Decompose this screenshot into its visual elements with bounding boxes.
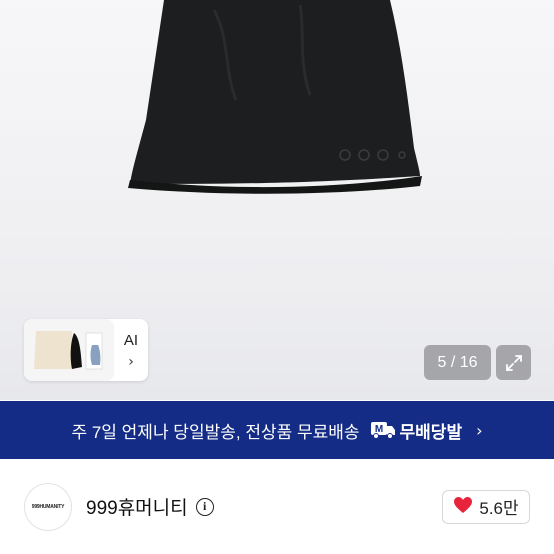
color-options-thumbnail: [24, 319, 114, 381]
svg-text:M: M: [374, 424, 382, 435]
badge-text: 무배당발: [399, 422, 463, 442]
expand-icon[interactable]: [496, 345, 531, 380]
image-counter: 5 / 16: [424, 345, 491, 380]
chevron-right-icon: ›: [128, 353, 134, 370]
free-shipping-banner[interactable]: 주 7일 언제나 당일발송, 전상품 무료배송 M 무배당발 ›: [0, 401, 554, 459]
delivery-truck-icon: M: [370, 420, 396, 440]
shop-logo-text: 999HUMANITY: [31, 503, 65, 510]
banner-text: 주 7일 언제나 당일발송, 전상품 무료배송: [71, 422, 360, 442]
like-count: 5.6만: [479, 499, 519, 518]
product-image-gallery[interactable]: AI › 5 / 16: [0, 0, 554, 400]
same-day-free-shipping-badge: M 무배당발: [370, 418, 463, 443]
heart-icon: [453, 496, 473, 518]
shop-name[interactable]: 999휴머니티: [86, 493, 188, 520]
shop-info-row: 999HUMANITY 999휴머니티 i 5.6만: [0, 459, 554, 554]
shop-logo[interactable]: 999HUMANITY: [24, 482, 72, 531]
chevron-right-icon: ›: [476, 420, 483, 440]
info-icon[interactable]: i: [195, 497, 214, 516]
like-button[interactable]: 5.6만: [442, 489, 530, 524]
ai-thumbnail-button[interactable]: AI ›: [24, 319, 148, 381]
ai-label: AI: [123, 331, 139, 349]
